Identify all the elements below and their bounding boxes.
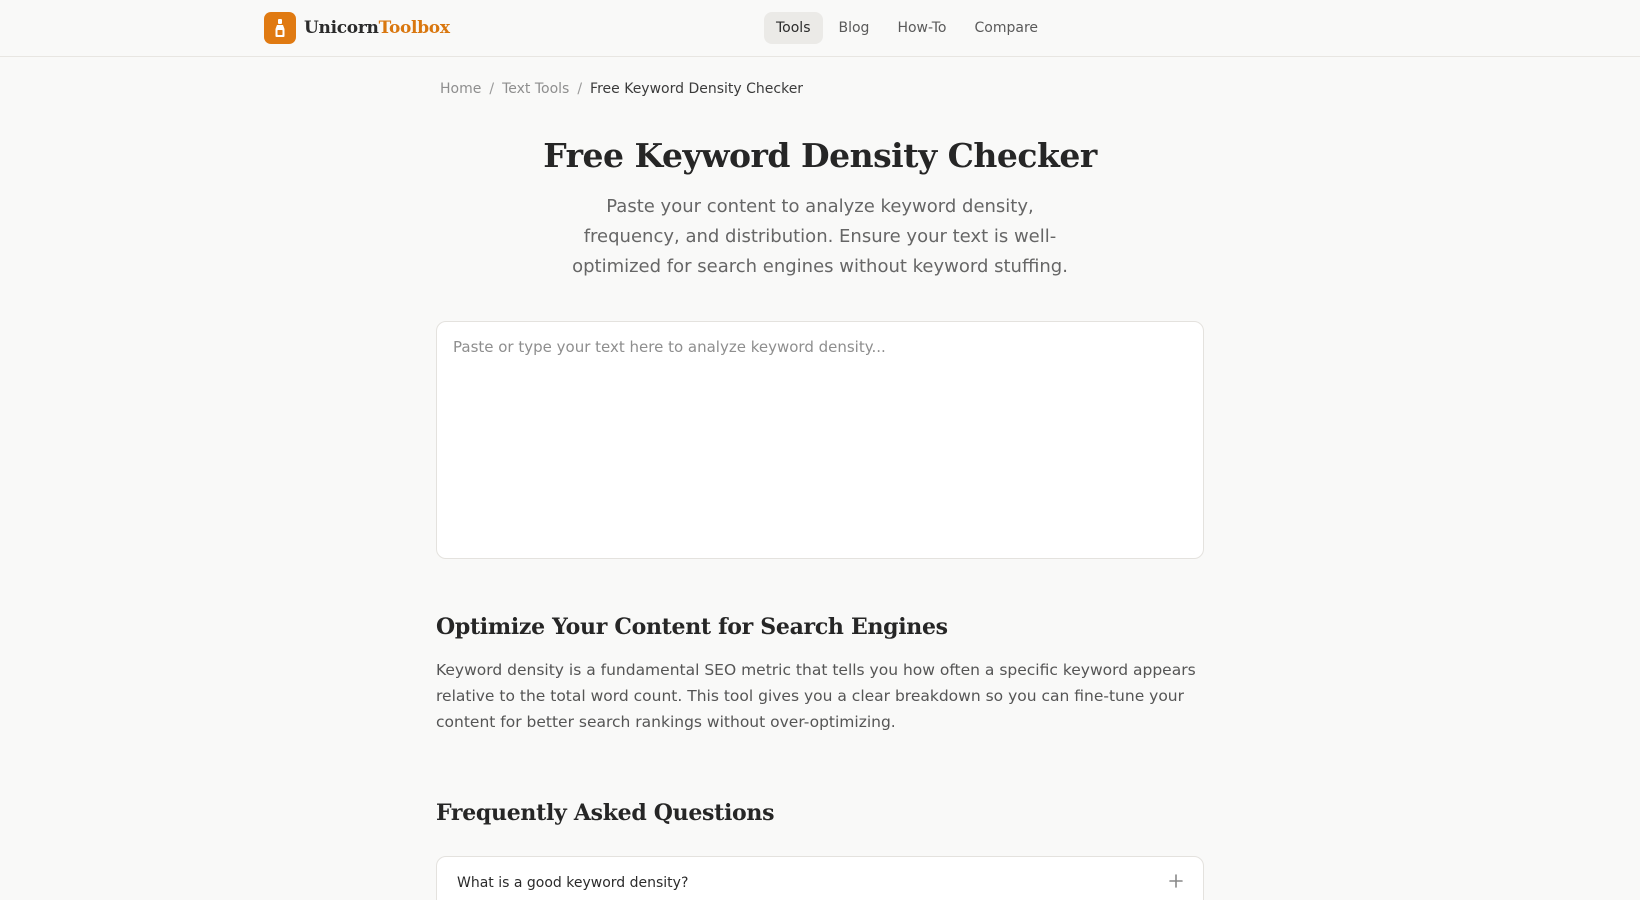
bottle-icon: [264, 12, 296, 44]
page-title: Free Keyword Density Checker: [543, 136, 1097, 175]
nav-item-blog[interactable]: Blog: [827, 12, 882, 44]
plus-icon[interactable]: [1169, 871, 1183, 893]
page-subtitle: Paste your content to analyze keyword de…: [572, 196, 1068, 277]
breadcrumb-home[interactable]: Home: [440, 81, 481, 97]
breadcrumb-text-tools[interactable]: Text Tools: [502, 81, 569, 97]
site-header: UnicornToolbox Tools Blog How-To Compare: [0, 0, 1640, 57]
nav-item-how-to[interactable]: How-To: [885, 12, 958, 44]
about-body: Keyword density is a fundamental SEO met…: [436, 661, 1196, 731]
faq-heading: Frequently Asked Questions: [436, 800, 775, 826]
brand-name: UnicornToolbox: [304, 18, 450, 38]
breadcrumb-current: Free Keyword Density Checker: [590, 81, 804, 97]
breadcrumb-separator: /: [577, 81, 583, 97]
breadcrumb: Home / Text Tools / Free Keyword Density…: [440, 81, 803, 97]
about-heading: Optimize Your Content for Search Engines: [436, 614, 948, 640]
breadcrumb-separator: /: [489, 81, 495, 97]
faq-item[interactable]: What is a good keyword density?: [436, 856, 1204, 900]
main-nav: Tools Blog How-To Compare: [764, 12, 1050, 44]
brand-logo[interactable]: UnicornToolbox: [264, 12, 450, 44]
faq-question: What is a good keyword density?: [457, 875, 689, 891]
nav-item-compare[interactable]: Compare: [963, 12, 1051, 44]
text-input[interactable]: [436, 321, 1204, 559]
nav-item-tools[interactable]: Tools: [764, 12, 823, 44]
